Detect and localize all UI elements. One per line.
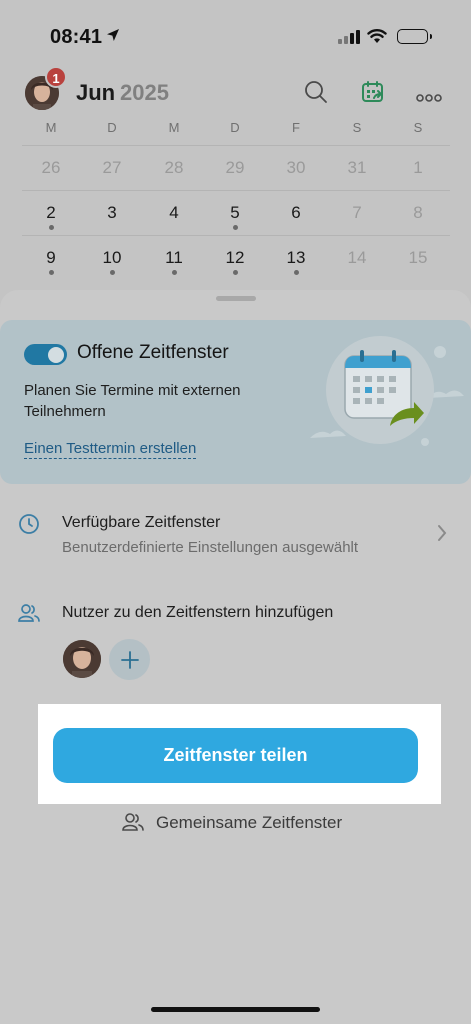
promo-description: Planen Sie Termine mit externen Teilnehm… <box>24 382 241 420</box>
calendar-share-icon[interactable] <box>361 80 385 109</box>
weekday-header: M D M D F S S <box>0 120 471 140</box>
calendar-day[interactable]: 9 <box>36 248 66 268</box>
calendar-day[interactable]: 2 <box>36 203 66 223</box>
calendar-week-row: 9 10 11 12 13 14 15 <box>22 235 450 280</box>
add-user-button[interactable] <box>109 639 150 680</box>
open-slots-sheet: Offene Zeitfenster Planen Sie Termine mi… <box>0 290 471 1024</box>
calendar-day[interactable]: 26 <box>36 158 66 178</box>
open-slots-toggle[interactable] <box>24 344 67 365</box>
users-icon <box>18 603 40 628</box>
status-time: 08:41 <box>50 26 103 48</box>
weekday-label: D <box>107 120 117 135</box>
calendar-day[interactable]: 6 <box>281 203 311 223</box>
users-icon <box>122 812 144 837</box>
calendar-day[interactable]: 14 <box>342 248 372 268</box>
chevron-right-icon <box>437 524 447 547</box>
calendar-week-row: 26 27 28 29 30 31 1 <box>22 145 450 190</box>
calendar-day[interactable]: 11 <box>159 248 189 268</box>
location-arrow-icon <box>106 28 120 47</box>
event-dot <box>172 270 177 275</box>
create-test-appointment-link[interactable]: Einen Testtermin erstellen <box>24 440 197 459</box>
status-bar: 08:41 <box>0 0 471 64</box>
calendar-day[interactable]: 3 <box>97 203 127 223</box>
user-avatar[interactable] <box>63 640 101 678</box>
calendar-day[interactable]: 5 <box>220 203 250 223</box>
shared-slots-label: Gemeinsame Zeitfenster <box>156 813 343 832</box>
calendar-day[interactable]: 31 <box>342 158 372 178</box>
search-icon[interactable] <box>304 80 328 109</box>
calendar-day[interactable]: 29 <box>220 158 250 178</box>
calendar-day[interactable]: 8 <box>403 203 433 223</box>
event-dot <box>49 225 54 230</box>
available-slots-title: Verfügbare Zeitfenster <box>62 514 221 531</box>
weekday-label: D <box>230 120 240 135</box>
calendar-day[interactable]: 30 <box>281 158 311 178</box>
battery-icon <box>397 29 432 44</box>
promo-title: Offene Zeitfenster <box>77 342 229 363</box>
open-slots-promo-card: Offene Zeitfenster Planen Sie Termine mi… <box>0 320 471 484</box>
home-indicator <box>151 1007 320 1012</box>
more-icon[interactable] <box>416 89 442 107</box>
cellular-signal-icon <box>338 30 360 44</box>
weekday-label: S <box>352 120 362 135</box>
weekday-label: M <box>168 120 180 135</box>
sheet-grabber[interactable] <box>216 296 256 301</box>
calendar-header: 1 Jun 2025 <box>0 66 471 116</box>
weekday-label: M <box>45 120 57 135</box>
event-dot <box>110 270 115 275</box>
calendar-day[interactable]: 27 <box>97 158 127 178</box>
calendar-week-row: 2 3 4 5 6 7 8 <box>22 190 450 235</box>
available-slots-subtitle: Benutzerdefinierte Einstellungen ausgewä… <box>62 539 359 556</box>
calendar-day[interactable]: 7 <box>342 203 372 223</box>
calendar-day[interactable]: 15 <box>403 248 433 268</box>
calendar-day[interactable]: 4 <box>159 203 189 223</box>
event-dot <box>233 225 238 230</box>
toggle-knob <box>48 346 64 363</box>
available-slots-row[interactable]: Verfügbare Zeitfenster Benutzerdefiniert… <box>0 512 471 568</box>
add-users-row: Nutzer zu den Zeitfenstern hinzufügen <box>0 602 471 632</box>
weekday-label: S <box>413 120 423 135</box>
calendar-day[interactable]: 12 <box>220 248 250 268</box>
event-dot <box>233 270 238 275</box>
calendar-share-illustration <box>310 320 471 484</box>
calendar-day[interactable]: 28 <box>159 158 189 178</box>
notification-badge: 1 <box>45 66 67 88</box>
event-dot <box>294 270 299 275</box>
calendar-day[interactable]: 1 <box>403 158 433 178</box>
event-dot <box>49 270 54 275</box>
month-label[interactable]: Jun <box>76 80 115 106</box>
wifi-icon <box>367 28 387 49</box>
plus-icon <box>120 650 139 669</box>
share-slots-button[interactable]: Zeitfenster teilen <box>53 728 418 783</box>
weekday-label: F <box>292 120 300 135</box>
clock-icon <box>18 513 40 540</box>
calendar-day[interactable]: 13 <box>281 248 311 268</box>
add-users-title: Nutzer zu den Zeitfenstern hinzufügen <box>62 604 334 621</box>
calendar-day[interactable]: 10 <box>97 248 127 268</box>
year-label[interactable]: 2025 <box>120 80 169 106</box>
